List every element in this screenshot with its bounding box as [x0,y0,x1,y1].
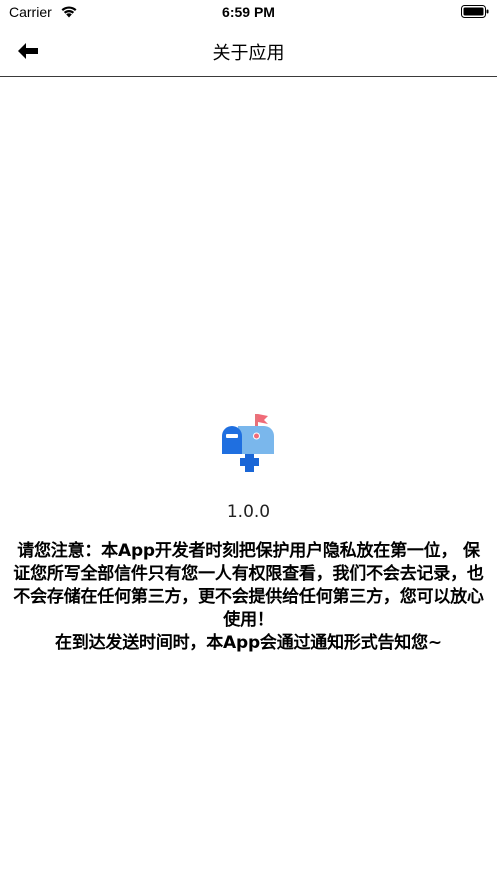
status-time: 6:59 PM [222,4,275,20]
page-title: 关于应用 [212,43,285,64]
navigation-bar: 关于应用 [0,26,497,77]
mailbox-icon [222,414,274,472]
status-bar: Carrier 6:59 PM [0,0,497,26]
app-version: 1.0.0 [226,502,271,522]
battery-icon [461,5,489,18]
privacy-notice: 请您注意：本App开发者时刻把保护用户隐私放在第一位， 保证您所写全部信件只有您… [13,541,484,653]
